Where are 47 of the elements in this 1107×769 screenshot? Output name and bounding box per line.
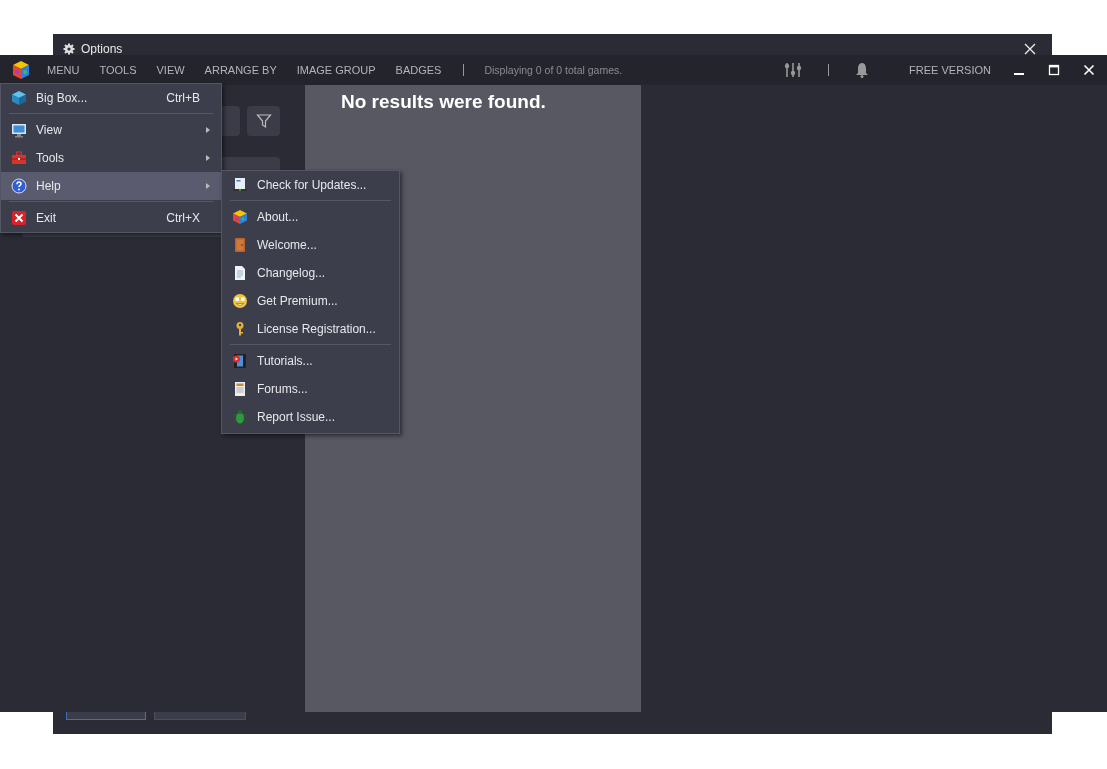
submenu-option[interactable]: Changelog... [222,259,399,287]
cube-icon [232,209,248,225]
monitor-icon [11,122,27,138]
menu-bar-item[interactable]: MENU [47,64,80,76]
menu-option[interactable]: Tools [1,144,221,172]
version-label: FREE VERSION [909,64,991,76]
submenu-arrow-icon [206,127,210,133]
filter-icon [255,113,272,129]
filter-button[interactable] [247,106,280,136]
menu-option[interactable]: View [1,116,221,144]
menu-bar-item[interactable]: VIEW [156,64,185,76]
submenu-option[interactable]: Check for Updates... [222,171,399,199]
submenu-option[interactable]: About... [222,203,399,231]
menu-option[interactable]: Big Box... Ctrl+B [1,84,221,112]
film-icon [232,353,248,369]
submenu-option[interactable]: Forums... [222,375,399,403]
submenu-option[interactable]: Get Premium... [222,287,399,315]
exit-icon [11,210,27,226]
document-icon [232,265,248,281]
maximize-icon[interactable] [1048,64,1060,76]
computer-icon [232,177,248,193]
menu-bar-item[interactable]: TOOLS [99,64,137,76]
bug-icon [232,409,248,425]
submenu-option[interactable]: Tutorials... [222,347,399,375]
money-face-icon [232,293,248,309]
submenu-option[interactable]: Welcome... [222,231,399,259]
menu-bar-item[interactable]: ARRANGE BY [204,64,277,76]
status-text: Displaying 0 of 0 total games. [484,64,623,76]
submenu-arrow-icon [206,183,210,189]
empty-message: No results were found. [340,90,547,113]
help-icon [11,178,27,194]
door-icon [232,237,248,253]
submenu-option[interactable]: Report Issue... [222,403,399,431]
close-icon[interactable] [1024,43,1036,55]
bell-icon[interactable] [855,62,870,78]
submenu-arrow-icon [206,155,210,161]
menu-option[interactable]: Exit Ctrl+X [1,204,221,232]
newspaper-icon [232,381,248,397]
cube-logo-icon [11,60,31,80]
window-title: Options [81,42,123,56]
menu-option[interactable]: Help [1,172,221,200]
toolbox-icon [11,150,27,166]
sliders-icon[interactable] [784,62,803,78]
submenu-option[interactable]: License Registration... [222,315,399,343]
cube-icon [11,90,27,106]
menu-bar-item[interactable]: IMAGE GROUP [296,64,376,76]
menu-bar-item[interactable]: BADGES [395,64,442,76]
